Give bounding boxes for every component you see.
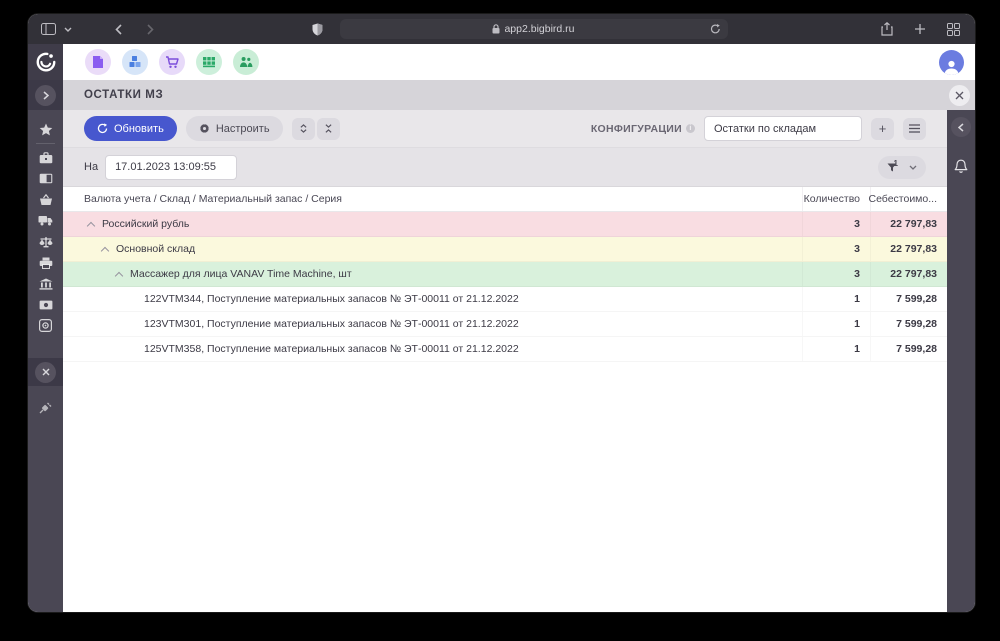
address-bar[interactable]: app2.bigbird.ru xyxy=(340,19,728,39)
scales-icon[interactable] xyxy=(39,231,53,252)
row-quantity: 3 xyxy=(802,237,870,261)
date-filter-row: На 17.01.2023 13:09:55 1 xyxy=(63,147,947,187)
row-label: 123VTM301, Поступление материальных запа… xyxy=(144,318,519,330)
tab-overview-icon[interactable] xyxy=(945,21,961,37)
bigbird-logo[interactable] xyxy=(28,44,63,80)
share-icon[interactable] xyxy=(879,21,895,37)
sidebar-toggle-icon[interactable] xyxy=(40,21,56,37)
row-quantity: 1 xyxy=(802,337,870,361)
row-label: Основной склад xyxy=(116,243,195,255)
date-label: На xyxy=(84,161,98,173)
supplies-icon[interactable] xyxy=(122,49,148,75)
truck-icon[interactable] xyxy=(38,210,53,231)
row-cost: 22 797,83 xyxy=(870,212,947,236)
sidebar-expand-button[interactable] xyxy=(35,85,56,106)
browser-window: app2.bigbird.ru xyxy=(28,14,975,612)
right-sidebar xyxy=(947,110,975,612)
star-icon[interactable] xyxy=(39,119,53,140)
date-value: 17.01.2023 13:09:55 xyxy=(115,161,216,173)
browser-toolbar: app2.bigbird.ru xyxy=(28,14,975,44)
reload-icon[interactable] xyxy=(710,22,722,36)
app-icon-bar xyxy=(85,49,259,75)
expand-all-button[interactable] xyxy=(292,118,315,140)
configuration-list-button[interactable] xyxy=(903,118,926,140)
user-avatar[interactable] xyxy=(939,50,964,75)
new-tab-icon[interactable] xyxy=(912,21,928,37)
filter-count-badge: 1 xyxy=(894,159,898,168)
page-toolbar: Обновить Настроить xyxy=(63,110,947,147)
people-icon[interactable] xyxy=(233,49,259,75)
filter-button[interactable]: 1 xyxy=(878,156,926,179)
refresh-icon xyxy=(97,123,108,134)
table-row[interactable]: Основной склад 3 22 797,83 xyxy=(63,237,947,262)
configurations-label: КОНФИГУРАЦИИ i xyxy=(591,123,695,135)
page-content: Обновить Настроить xyxy=(63,110,947,612)
documents-icon[interactable] xyxy=(85,49,111,75)
page-title: ОСТАТКИ МЗ xyxy=(84,89,163,101)
privacy-shield-icon[interactable] xyxy=(310,21,326,37)
collapse-caret-icon[interactable] xyxy=(116,271,123,278)
row-label: 125VTM358, Поступление материальных запа… xyxy=(144,343,519,355)
row-cost: 22 797,83 xyxy=(870,237,947,261)
row-quantity: 1 xyxy=(802,287,870,311)
table-row[interactable]: 122VTM344, Поступление материальных запа… xyxy=(63,287,947,312)
table-row[interactable]: Массажер для лица VANAV Time Machine, шт… xyxy=(63,262,947,287)
page-close-button[interactable] xyxy=(949,85,970,106)
column-header-tree[interactable]: Валюта учета / Склад / Материальный запа… xyxy=(63,193,802,205)
panel-collapse-button[interactable] xyxy=(951,117,971,137)
collapse-caret-icon[interactable] xyxy=(102,246,109,253)
chevron-down-icon[interactable] xyxy=(60,21,76,37)
row-label: Российский рубль xyxy=(102,218,189,230)
table-row[interactable]: Российский рубль 3 22 797,83 xyxy=(63,212,947,237)
collapse-all-button[interactable] xyxy=(317,118,340,140)
printer-icon[interactable] xyxy=(39,252,53,273)
briefcase-icon[interactable] xyxy=(39,147,53,168)
configuration-select[interactable]: Остатки по складам xyxy=(704,116,862,141)
refresh-button-label: Обновить xyxy=(114,123,164,135)
row-label: Массажер для лица VANAV Time Machine, шт xyxy=(130,268,352,280)
table-body: Российский рубль 3 22 797,83 Основной ск… xyxy=(63,212,947,362)
column-header-cost[interactable]: Себестоимо... xyxy=(870,187,947,211)
refresh-button[interactable]: Обновить xyxy=(84,116,177,141)
table-row[interactable]: 125VTM358, Поступление материальных запа… xyxy=(63,337,947,362)
info-icon[interactable]: i xyxy=(686,124,695,133)
gear-square-icon[interactable] xyxy=(39,315,52,336)
cart-icon[interactable] xyxy=(159,49,185,75)
row-cost: 22 797,83 xyxy=(870,262,947,286)
shelves-icon[interactable] xyxy=(196,49,222,75)
row-quantity: 3 xyxy=(802,262,870,286)
page-title-bar: ОСТАТКИ МЗ xyxy=(63,80,975,110)
column-header-quantity[interactable]: Количество xyxy=(802,187,870,211)
basket-icon[interactable] xyxy=(39,189,53,210)
row-cost: 7 599,28 xyxy=(870,287,947,311)
date-input[interactable]: 17.01.2023 13:09:55 xyxy=(105,155,237,180)
gear-icon xyxy=(199,123,210,134)
lock-icon xyxy=(492,21,500,37)
forward-icon[interactable] xyxy=(142,21,158,37)
left-sidebar xyxy=(28,80,63,612)
app-header xyxy=(28,44,975,80)
cash-icon[interactable] xyxy=(39,294,53,315)
collapse-caret-icon[interactable] xyxy=(88,221,95,228)
table-header: Валюта учета / Склад / Материальный запа… xyxy=(63,187,947,212)
back-icon[interactable] xyxy=(110,21,126,37)
bank-icon[interactable] xyxy=(39,273,53,294)
row-cost: 7 599,28 xyxy=(870,337,947,361)
configuration-value: Остатки по складам xyxy=(714,123,816,135)
row-quantity: 1 xyxy=(802,312,870,336)
row-quantity: 3 xyxy=(802,212,870,236)
table-row[interactable]: 123VTM301, Поступление материальных запа… xyxy=(63,312,947,337)
filter-chevron-icon[interactable] xyxy=(909,165,917,170)
stock-table: Валюта учета / Склад / Материальный запа… xyxy=(63,187,947,612)
book-icon[interactable] xyxy=(39,168,53,189)
configure-button-label: Настроить xyxy=(216,123,270,135)
row-label: 122VTM344, Поступление материальных запа… xyxy=(144,293,519,305)
url-text: app2.bigbird.ru xyxy=(504,23,574,35)
row-cost: 7 599,28 xyxy=(870,312,947,336)
configure-button[interactable]: Настроить xyxy=(186,116,283,141)
sidebar-close-button[interactable] xyxy=(35,362,56,383)
bell-icon[interactable] xyxy=(954,159,968,179)
plug-icon[interactable] xyxy=(39,397,52,418)
add-configuration-button[interactable]: + xyxy=(871,118,894,140)
